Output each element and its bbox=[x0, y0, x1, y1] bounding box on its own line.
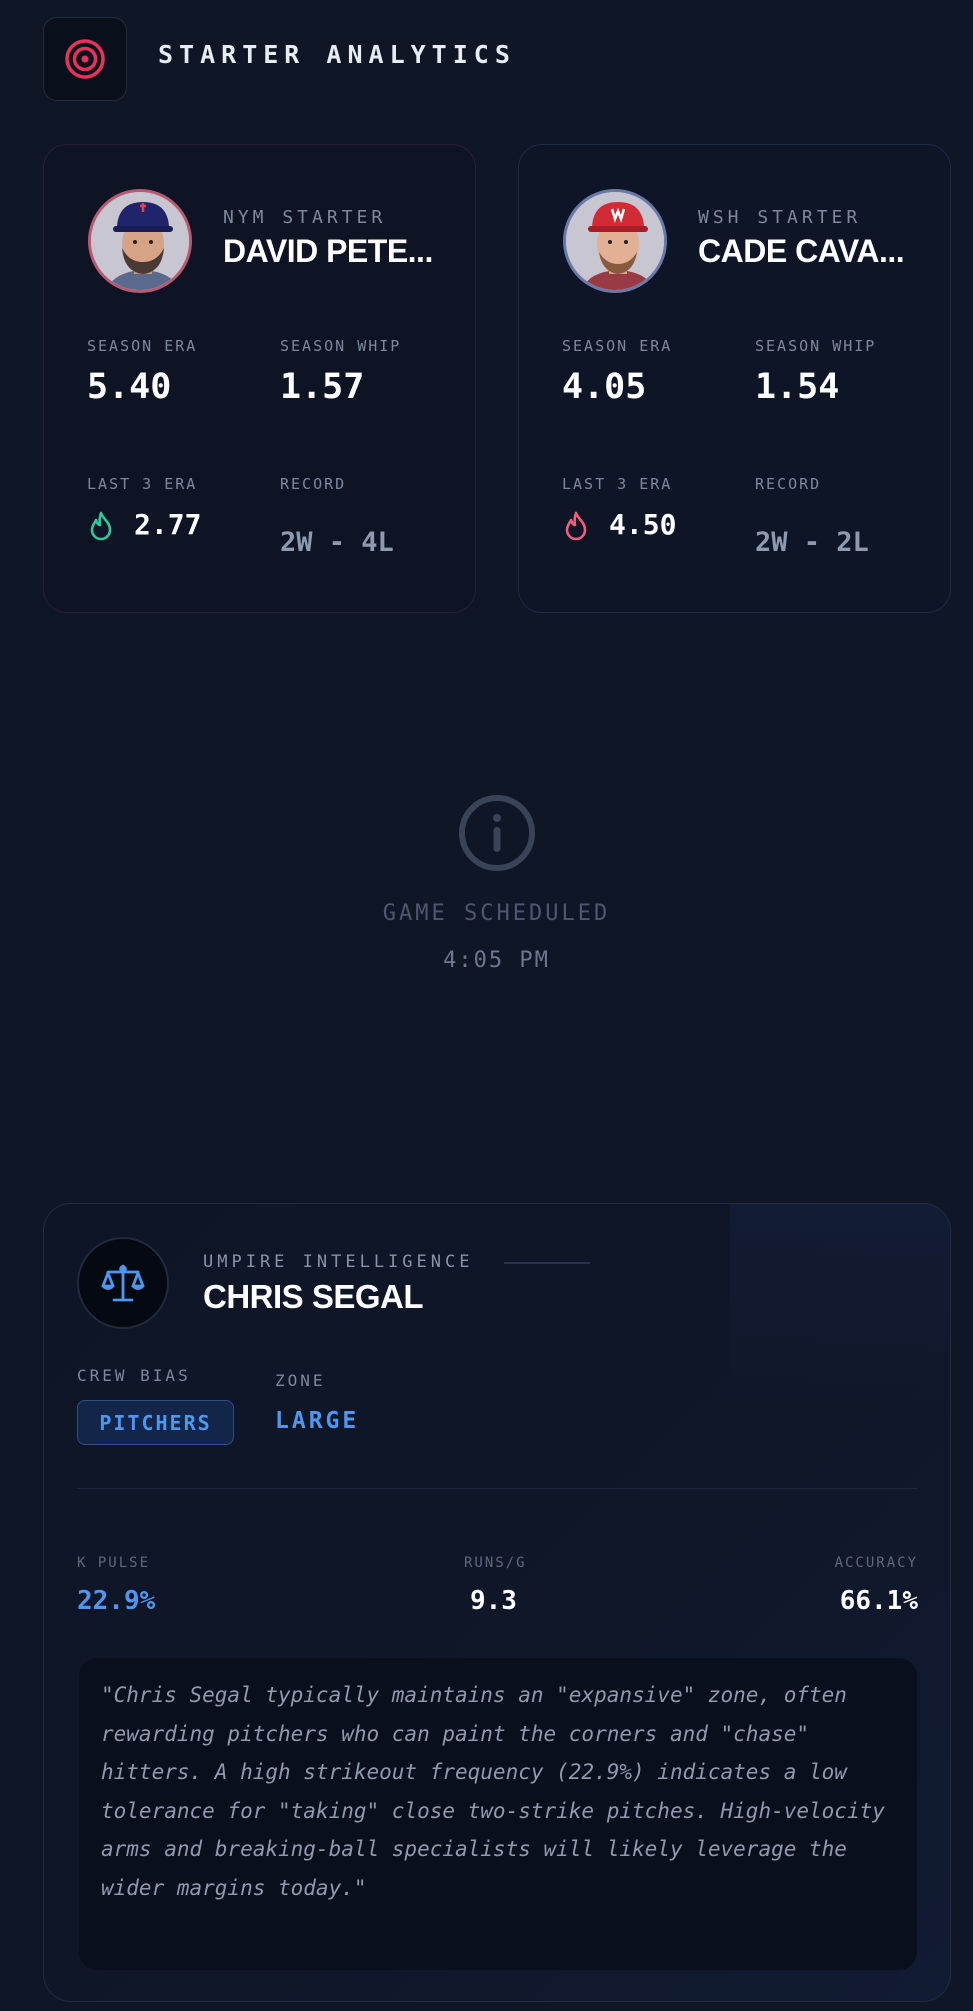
umpire-card: UMPIRE INTELLIGENCE CHRIS SEGAL CREW BIA… bbox=[43, 1203, 951, 2002]
team-starter-label: NYM STARTER bbox=[223, 207, 387, 228]
season-era-label: SEASON ERA bbox=[562, 337, 673, 355]
record-label: RECORD bbox=[280, 475, 347, 493]
zone-value: LARGE bbox=[275, 1408, 360, 1434]
pitcher-name: DAVID PETE... bbox=[223, 233, 433, 269]
last3-era-label: LAST 3 ERA bbox=[87, 475, 198, 493]
season-whip-label: SEASON WHIP bbox=[280, 337, 402, 355]
umpire-icon-badge bbox=[77, 1237, 169, 1329]
team-starter-label: WSH STARTER bbox=[698, 207, 862, 228]
umpire-section-kicker: UMPIRE INTELLIGENCE bbox=[203, 1252, 474, 1272]
app-logo bbox=[43, 17, 127, 101]
umpire-summary-box: "Chris Segal typically maintains an "exp… bbox=[79, 1658, 917, 1970]
crew-bias-badge: PITCHERS bbox=[77, 1400, 234, 1445]
game-status: GAME SCHEDULED bbox=[382, 901, 611, 926]
runs-per-game-label: RUNS/G bbox=[464, 1555, 527, 1571]
game-time: 4:05 PM bbox=[443, 948, 550, 973]
season-era-value: 5.40 bbox=[87, 367, 172, 407]
season-whip-label: SEASON WHIP bbox=[755, 337, 877, 355]
season-whip-value: 1.57 bbox=[280, 367, 365, 407]
runs-per-game-value: 9.3 bbox=[470, 1586, 517, 1616]
record-label: RECORD bbox=[755, 475, 822, 493]
last3-era-value: 2.77 bbox=[134, 508, 202, 541]
record-value: 2W - 4L bbox=[280, 527, 394, 558]
pitcher-avatar bbox=[88, 189, 192, 293]
starter-analytics-page: STARTER ANALYTICS NYM STARTER DAVID PETE… bbox=[0, 0, 973, 2011]
accuracy-value: 66.1% bbox=[839, 1586, 918, 1616]
scales-icon bbox=[101, 1264, 145, 1302]
k-pulse-label: K PULSE bbox=[77, 1555, 151, 1571]
kicker-divider bbox=[504, 1262, 590, 1264]
season-era-value: 4.05 bbox=[562, 367, 647, 407]
info-icon bbox=[459, 795, 535, 871]
flame-icon bbox=[565, 511, 587, 541]
section-divider bbox=[77, 1488, 917, 1489]
season-whip-value: 1.54 bbox=[755, 367, 840, 407]
pitcher-avatar bbox=[563, 189, 667, 293]
page-title: STARTER ANALYTICS bbox=[158, 40, 516, 69]
umpire-name: CHRIS SEGAL bbox=[203, 1278, 424, 1315]
target-icon bbox=[65, 39, 105, 79]
k-pulse-value: 22.9% bbox=[77, 1586, 156, 1616]
record-value: 2W - 2L bbox=[755, 527, 869, 558]
flame-icon bbox=[90, 511, 112, 541]
pitcher-card-away[interactable]: NYM STARTER DAVID PETE... SEASON ERA 5.4… bbox=[43, 144, 476, 613]
card-glow bbox=[730, 1204, 950, 1404]
last3-era-label: LAST 3 ERA bbox=[562, 475, 673, 493]
pitcher-name: CADE CAVA... bbox=[698, 233, 905, 269]
umpire-summary-text: "Chris Segal typically maintains an "exp… bbox=[101, 1683, 885, 1900]
zone-label: ZONE bbox=[275, 1371, 326, 1390]
pitcher-card-home[interactable]: WSH STARTER CADE CAVA... SEASON ERA 4.05… bbox=[518, 144, 951, 613]
accuracy-label: ACCURACY bbox=[834, 1555, 918, 1571]
last3-era-value: 4.50 bbox=[609, 508, 677, 541]
crew-bias-label: CREW BIAS bbox=[77, 1366, 191, 1385]
season-era-label: SEASON ERA bbox=[87, 337, 198, 355]
